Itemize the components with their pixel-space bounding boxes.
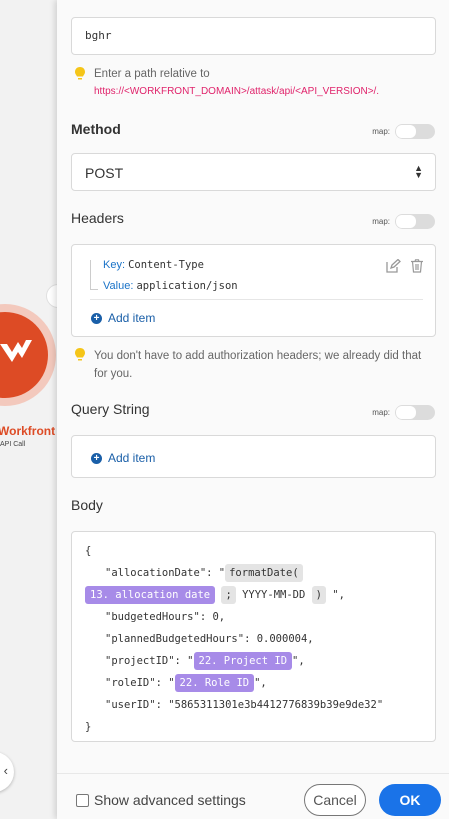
headers-map-toggle[interactable]: map:	[372, 214, 435, 229]
variable-chip[interactable]: 22. Project ID	[193, 652, 293, 670]
advanced-settings-toggle[interactable]: Show advanced settings	[76, 792, 246, 808]
add-item-label: Add item	[108, 451, 156, 465]
value-label: Value:	[103, 280, 134, 292]
ok-button[interactable]: OK	[379, 784, 441, 816]
headers-hint-text: You don't have to add authorization head…	[94, 350, 422, 380]
query-string-list: + Add item	[71, 435, 436, 478]
code-line: 13. allocation date ; YYYY-MM-DD ) ",	[85, 586, 383, 608]
plus-circle-icon: +	[91, 312, 102, 324]
code-line: "projectID": " 22. Project ID ",	[85, 652, 383, 674]
headers-hint: You don't have to add authorization head…	[71, 347, 436, 383]
panel-footer: Show advanced settings Cancel OK	[57, 773, 449, 819]
separator-chip: ;	[221, 586, 236, 604]
scenario-canvas[interactable]: Workfront API Call ‹	[0, 0, 57, 819]
chevron-left-icon: ‹	[3, 763, 8, 778]
key-label: Key:	[103, 259, 126, 271]
query-string-label: Query String	[71, 401, 150, 417]
variable-chip[interactable]: 22. Role ID	[174, 674, 255, 692]
variable-chip[interactable]: 13. allocation date	[85, 586, 216, 604]
code-line: "plannedBudgetedHours": 0.000004,	[105, 633, 314, 645]
map-switch[interactable]	[395, 124, 435, 139]
cancel-button[interactable]: Cancel	[304, 784, 366, 816]
add-item-label: Add item	[108, 311, 156, 325]
trash-icon[interactable]	[411, 259, 423, 273]
url-field[interactable]: bghr	[71, 17, 436, 55]
map-label: map:	[372, 127, 390, 136]
url-hint-link: https://<WORKFRONT_DOMAIN>/attask/api/<A…	[94, 86, 380, 97]
select-arrows-icon: ▲ ▼	[414, 163, 423, 180]
header-key-value[interactable]: Content-Type	[128, 259, 204, 271]
header-value-row[interactable]: Value: application/json	[103, 280, 238, 292]
method-label: Method	[71, 121, 121, 137]
map-switch[interactable]	[395, 214, 435, 229]
code-line: }	[85, 721, 92, 733]
code-line: "allocationDate": " formatDate(	[85, 564, 383, 586]
advanced-settings-label: Show advanced settings	[94, 792, 246, 808]
query-add-item-button[interactable]: + Add item	[91, 451, 155, 465]
headers-add-item-button[interactable]: + Add item	[91, 311, 155, 325]
advanced-settings-checkbox[interactable]	[76, 793, 89, 807]
header-key-row[interactable]: Key: Content-Type	[103, 259, 204, 271]
url-hint: Enter a path relative to https://<WORKFR…	[71, 65, 379, 101]
row-actions	[386, 259, 423, 273]
code-line: "budgetedHours": 0,	[105, 611, 226, 623]
workfront-logo-icon	[0, 340, 32, 362]
kv-bracket	[90, 260, 98, 290]
headers-label: Headers	[71, 210, 124, 226]
module-name: Workfront	[0, 424, 56, 438]
method-map-toggle[interactable]: map:	[372, 124, 435, 139]
body-code[interactable]: { "allocationDate": " formatDate( 13. all…	[85, 542, 383, 740]
query-string-map-toggle[interactable]: map:	[372, 405, 435, 420]
edit-icon[interactable]	[386, 259, 401, 273]
body-label: Body	[71, 497, 103, 513]
lightbulb-icon	[75, 67, 85, 80]
module-subtitle: API Call	[0, 441, 26, 448]
body-editor[interactable]: { "allocationDate": " formatDate( 13. all…	[71, 531, 436, 742]
url-hint-text: Enter a path relative to	[94, 68, 210, 80]
map-label: map:	[372, 217, 390, 226]
method-select[interactable]: POST ▲ ▼	[71, 153, 436, 191]
map-label: map:	[372, 408, 390, 417]
function-chip[interactable]: formatDate(	[225, 564, 303, 582]
method-value: POST	[85, 165, 124, 181]
canvas-nav-button[interactable]: ‹	[0, 752, 14, 792]
headers-list: Key: Content-Type Value: application/jso…	[71, 244, 436, 337]
url-value: bghr	[85, 29, 112, 42]
code-line: "roleID": " 22. Role ID ",	[85, 674, 383, 696]
code-line: {	[85, 545, 92, 557]
code-line: "userID": "5865311301e3b4412776839b39e9d…	[105, 699, 384, 711]
module-connector-dot[interactable]	[46, 284, 57, 308]
function-close-chip: )	[311, 586, 326, 604]
map-switch[interactable]	[395, 405, 435, 420]
divider	[90, 299, 423, 300]
lightbulb-icon	[75, 348, 85, 361]
module-settings-panel: bghr Enter a path relative to https://<W…	[57, 0, 449, 819]
header-value-value[interactable]: application/json	[136, 280, 237, 292]
plus-circle-icon: +	[91, 452, 102, 464]
